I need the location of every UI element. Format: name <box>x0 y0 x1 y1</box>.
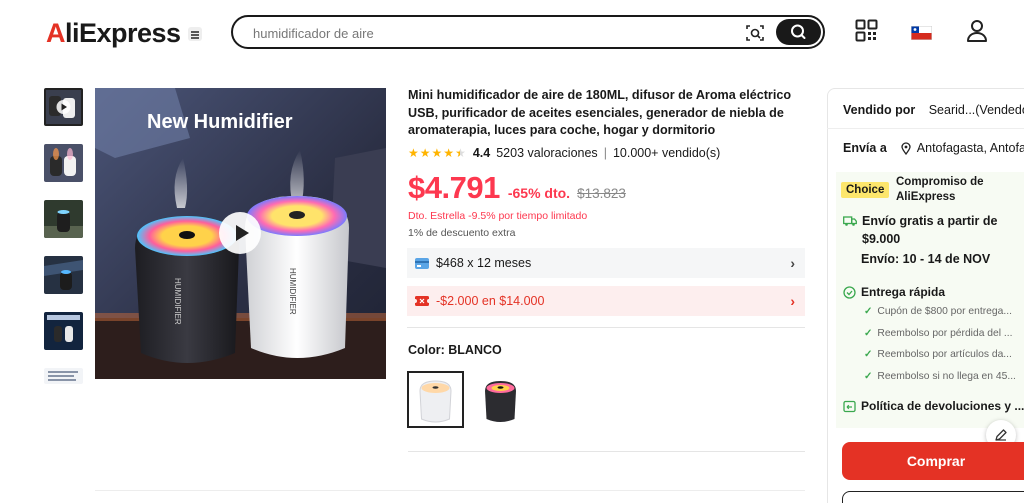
guarantee-item: ✓ Cupón de $800 por entrega... <box>864 305 1016 327</box>
truck-icon <box>843 216 857 226</box>
chevron-right-icon: › <box>790 255 795 271</box>
rating-stars: ★ ★ ★ ★ ★ <box>408 146 466 160</box>
account-icon[interactable] <box>966 19 988 43</box>
ship-to-label: Envía a <box>843 141 887 155</box>
search-input[interactable] <box>253 23 713 43</box>
return-policy-icon <box>843 400 856 412</box>
guarantee-item: ✓ Reembolso si no llega en 45... <box>864 370 1016 392</box>
divider <box>407 327 805 328</box>
guarantee-text: Reembolso por pérdida del ... <box>877 327 1013 339</box>
black-variant-image <box>472 371 529 428</box>
return-policy-text: Política de devoluciones y ... <box>861 399 1024 413</box>
pencil-icon <box>995 429 1007 441</box>
thumbnail-1[interactable] <box>44 88 83 126</box>
search-button[interactable] <box>776 19 821 45</box>
chevron-right-icon: › <box>790 293 795 309</box>
seller-label: Vendido por <box>843 103 916 117</box>
thumbnail-3[interactable] <box>44 200 83 238</box>
installments-row[interactable]: $468 x 12 meses › <box>407 248 805 278</box>
search-bar <box>231 15 825 49</box>
installments-text: $468 x 12 meses <box>436 256 532 270</box>
divider <box>95 490 805 491</box>
check-icon: ✓ <box>864 327 873 339</box>
divider <box>408 451 805 452</box>
check-icon: ✓ <box>864 306 873 317</box>
chile-flag-icon[interactable] <box>911 26 932 40</box>
star-icon: ★ <box>431 146 443 160</box>
add-to-cart-button[interactable] <box>842 491 1024 503</box>
guarantee-text: Reembolso si no llega en 45... <box>877 371 1016 383</box>
product-main-image[interactable]: New Humidifier HUMIDIFIER HUMIDIFIER <box>95 88 386 379</box>
free-shipping-info: Envío gratis a partir de $9.000 <box>843 212 997 248</box>
product-label-dark: HUMIDIFIER <box>173 278 182 325</box>
logo-text: liExpress <box>65 18 181 48</box>
rating-row[interactable]: ★ ★ ★ ★ ★ 4.4 5203 valoraciones | 10.000… <box>408 145 720 161</box>
qr-code-icon[interactable] <box>855 19 878 42</box>
delivery-date: Envío: 10 - 14 de NOV <box>861 252 991 266</box>
guarantee-text: Cupón de $800 por entrega... <box>877 306 1012 317</box>
product-page: AliExpress humidificador de aire New Hum… <box>0 0 1024 503</box>
product-label-light: HUMIDIFIER <box>288 268 297 315</box>
discount-percent: -65% dto. <box>507 185 571 201</box>
thumbnail-video-image <box>46 90 81 124</box>
seller-row[interactable]: Vendido por Searid...(Vendedor <box>843 103 1024 117</box>
image-caption: New Humidifier <box>147 111 293 133</box>
color-label: Color: BLANCO <box>408 343 502 357</box>
return-policy-row[interactable]: Política de devoluciones y ... <box>843 399 1024 413</box>
star-icon: ★ <box>419 146 431 160</box>
guarantee-item: ✓ Reembolso por artículos da... <box>864 348 1016 370</box>
check-icon: ✓ <box>864 371 873 383</box>
color-option-white[interactable] <box>407 371 464 428</box>
price-row: $4.791 -65% dto. $13.823 <box>408 170 626 206</box>
guarantee-item: ✓ Reembolso por pérdida del ... <box>864 327 1016 349</box>
review-count[interactable]: 5203 valoraciones <box>496 146 597 160</box>
original-price: $13.823 <box>577 186 626 201</box>
check-icon: ✓ <box>864 349 873 361</box>
thumbnail-2[interactable] <box>44 144 83 182</box>
installments-icon <box>415 258 429 269</box>
rating-separator: | <box>603 146 607 160</box>
coupon-text: -$2.000 en $14.000 <box>436 294 545 308</box>
free-shipping-threshold: $9.000 <box>862 232 901 246</box>
buy-now-button[interactable]: Comprar <box>842 442 1024 480</box>
play-icon <box>236 225 249 241</box>
coupon-icon <box>414 296 430 306</box>
clock-check-icon <box>843 285 856 299</box>
product-title: Mini humidificador de aire de 180ML, dif… <box>408 88 792 137</box>
seller-name[interactable]: Searid...(Vendedor <box>929 103 1024 117</box>
ship-to-row[interactable]: Envía a Antofagasta, Antofa <box>843 141 1024 155</box>
video-play-button[interactable] <box>219 212 261 254</box>
star-discount-text: Dto. Estrella -9.5% por tiempo limitado <box>408 210 588 222</box>
fast-delivery-row[interactable]: Entrega rápida <box>843 285 945 299</box>
coupon-row[interactable]: -$2.000 en $14.000 › <box>407 286 805 316</box>
ship-to-location: Antofagasta, Antofa <box>916 141 1024 155</box>
choice-title: Compromiso de AliExpress <box>896 176 984 203</box>
star-icon: ★ <box>443 146 455 160</box>
thumbnail-6[interactable] <box>44 368 83 384</box>
thumbnail-4[interactable] <box>44 256 83 294</box>
search-icon <box>791 24 806 39</box>
location-pin-icon <box>901 141 911 155</box>
extra-discount-text: 1% de descuento extra <box>408 227 516 239</box>
color-option-black[interactable] <box>472 371 529 428</box>
guarantee-list: ✓ Cupón de $800 por entrega... ✓ Reembolso… <box>864 305 1016 392</box>
star-half-icon: ★ <box>455 146 466 160</box>
choice-badge: Choice <box>841 182 890 198</box>
sold-count: 10.000+ vendido(s) <box>612 146 721 160</box>
current-price: $4.791 <box>408 170 500 205</box>
image-search-icon[interactable] <box>745 23 765 43</box>
white-variant-image <box>409 373 462 426</box>
aliexpress-logo[interactable]: AliExpress <box>46 18 181 49</box>
rating-score: 4.4 <box>472 146 491 160</box>
logo-accent-letter: A <box>46 18 66 48</box>
free-shipping-text: Envío gratis a partir de <box>862 214 998 228</box>
guarantee-text: Reembolso por artículos da... <box>877 349 1012 361</box>
divider <box>827 128 1024 129</box>
thumbnail-5[interactable] <box>44 312 83 350</box>
menu-icon[interactable] <box>188 27 202 41</box>
star-icon: ★ <box>408 146 419 160</box>
fast-delivery-text: Entrega rápida <box>861 285 946 299</box>
